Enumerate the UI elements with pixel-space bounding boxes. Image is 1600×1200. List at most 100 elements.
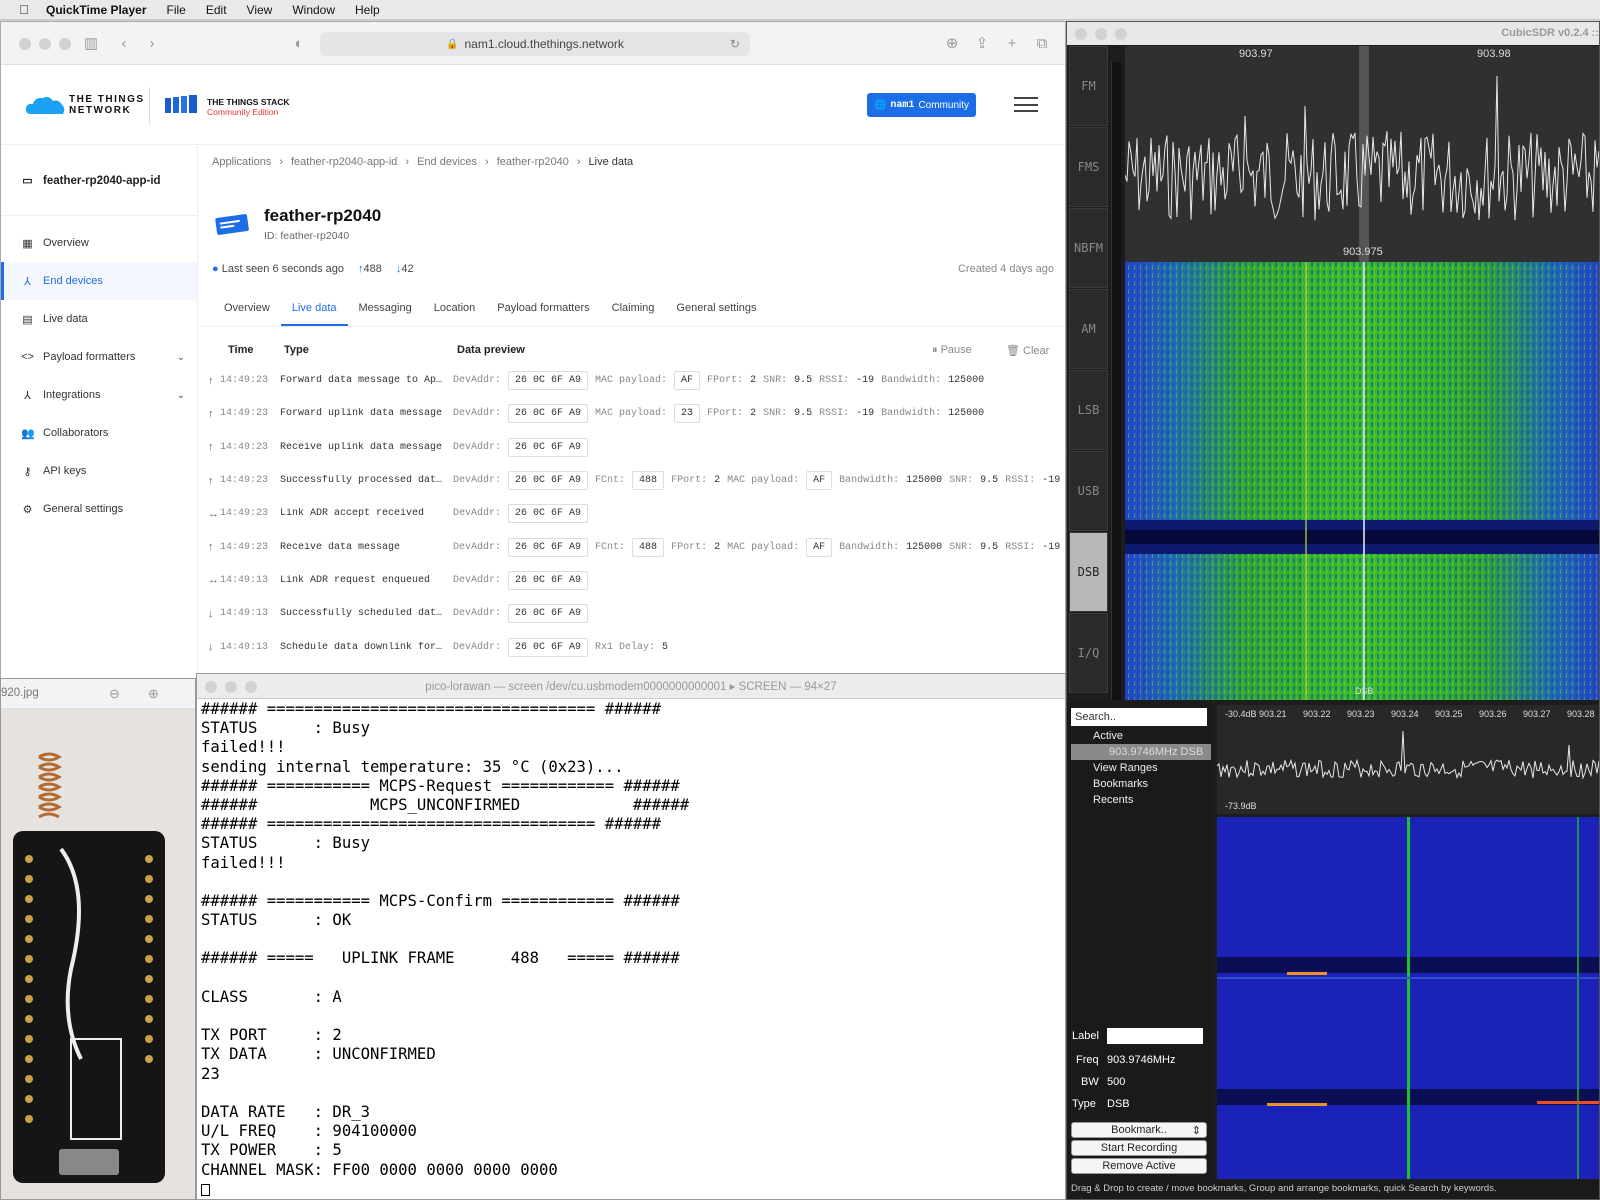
sidebar-item-live-data[interactable]: ▤ Live data [1,300,197,338]
sidebar-item-collaborators[interactable]: 👥 Collaborators [1,414,197,452]
row-data-preview: DevAddr: 26 0C 6F A9 FCnt: 488 FPort: 2 MAC pa… [453,471,1060,491]
preview-key: FPort: [671,475,708,487]
table-row[interactable]: ↑ 14:49:23 Receive data message DevAddr: 26 … [200,530,1065,563]
minimize-button[interactable] [39,38,51,50]
address-bar[interactable]: 🔒 nam1.cloud.thethings.network ↻ [320,32,750,56]
zoom-out-icon[interactable]: ⊖ [109,686,120,702]
table-row[interactable]: ↑ 14:49:23 Forward uplink data message DevA… [200,397,1065,430]
table-row[interactable]: ↑ 14:49:23 Forward data message to Ap… DevA… [200,364,1065,397]
mode-button-am[interactable]: AM [1069,289,1108,369]
mode-button-iq[interactable]: I/Q [1069,613,1108,693]
terminal-line: STATUS : OK [201,911,352,930]
sidebar-item-integrations[interactable]: ⅄ Integrations ⌄ [1,376,197,414]
mode-button-lsb[interactable]: LSB [1069,370,1108,450]
zoom-in-icon[interactable]: ⊕ [148,686,159,702]
minimize-button[interactable] [1095,28,1107,40]
tree-active[interactable]: Active [1071,728,1211,744]
privacy-shield-icon[interactable]: ◐ [289,33,309,53]
download-icon[interactable]: ⊕ [942,33,962,53]
network-selector-button[interactable]: 🌐 nam1 Community [867,93,976,117]
breadcrumb-end-devices[interactable]: End devices [417,156,477,168]
forward-icon[interactable]: › [142,33,162,53]
spectrum-view[interactable]: 903.97 903.98 903.975 [1124,46,1599,262]
preview-key: Rx1 Delay: [595,641,656,653]
secondary-waterfall-view[interactable] [1217,817,1599,1179]
breadcrumb-app[interactable]: feather-rp2040-app-id [291,156,397,168]
mode-button-usb[interactable]: USB [1069,451,1108,531]
remove-active-button[interactable]: Remove Active [1071,1158,1207,1174]
bookmark-select[interactable]: Bookmark.. ⇕ [1071,1122,1207,1138]
table-row[interactable]: ↔ 14:49:13 Link ADR request enqueued DevAdd… [200,564,1065,597]
reload-icon[interactable]: ↻ [730,37,740,51]
tree-view-ranges[interactable]: View Ranges [1071,760,1211,776]
start-recording-button[interactable]: Start Recording [1071,1140,1207,1156]
tab-location[interactable]: Location [434,289,476,326]
freq-tick-label: 903.28 [1567,709,1595,719]
freq-tick-label: 903.22 [1303,709,1331,719]
table-row[interactable]: ↑ 14:49:23 Successfully processed dat… DevA… [200,464,1065,497]
tab-messaging[interactable]: Messaging [359,289,412,326]
breadcrumb-separator-icon: › [485,156,489,168]
table-row[interactable]: ↓ 14:49:13 Schedule data downlink for… DevA… [200,630,1065,663]
tab-overview[interactable]: Overview [224,289,270,326]
freq-caption: Freq [1076,1054,1099,1066]
sidebar-item-api-keys[interactable]: ⚷ API keys [1,452,197,490]
share-icon[interactable]: ⇪ [972,33,992,53]
menu-edit[interactable]: Edit [206,3,227,17]
sidebar-item-overview[interactable]: ▦ Overview [1,224,197,262]
tree-recents[interactable]: Recents [1071,792,1211,808]
zoom-button[interactable] [245,681,257,693]
minimize-button[interactable] [225,681,237,693]
mode-button-nbfm[interactable]: NBFM [1069,208,1108,288]
menu-file[interactable]: File [167,3,186,17]
row-time: 14:49:23 [220,375,269,387]
mode-button-fm[interactable]: FM [1069,46,1108,126]
preview-key: RSSI: [819,375,850,387]
pause-button[interactable]: ⏸ Pause [932,344,972,357]
breadcrumb-applications[interactable]: Applications [212,156,271,168]
sidebar-toggle-icon[interactable]: ▥ [81,33,101,53]
tree-active-item[interactable]: 903.9746MHz DSB [1071,744,1211,760]
sidebar-item-end-devices[interactable]: ⅄ End devices [1,262,197,300]
tab-payload-formatters[interactable]: Payload formatters [497,289,589,326]
menu-window[interactable]: Window [292,3,335,17]
tab-overview-icon[interactable]: ⧉ [1032,33,1052,53]
tab-live-data[interactable]: Live data [280,289,348,326]
menu-app-name[interactable]: QuickTime Player [46,3,147,17]
tab-claiming[interactable]: Claiming [612,289,655,326]
back-icon[interactable]: ‹ [114,33,134,53]
zoom-button[interactable] [59,38,71,50]
new-tab-icon[interactable]: + [1002,33,1022,53]
tree-bookmarks[interactable]: Bookmarks [1071,776,1211,792]
row-type: Forward data message to Ap… [280,375,443,387]
tab-general-settings[interactable]: General settings [676,289,756,326]
mode-button-dsb[interactable]: DSB [1069,532,1108,612]
sidebar-app-header[interactable]: ▭ feather-rp2040-app-id [1,146,197,216]
table-row[interactable]: ↑ 14:49:23 Receive uplink data message DevA… [200,431,1065,464]
apple-icon[interactable]:  [16,2,32,18]
vertical-scrollbar[interactable] [1111,62,1121,700]
waterfall-view[interactable]: DSB [1125,262,1599,700]
sidebar-item-general-settings[interactable]: ⚙ General settings [1,490,197,528]
close-button[interactable] [205,681,217,693]
clear-button[interactable]: 🗑 Clear [1006,344,1049,357]
close-button[interactable] [19,38,31,50]
hamburger-menu-icon[interactable] [1014,97,1038,112]
table-row[interactable]: ↔ 14:49:23 Link ADR accept received DevAddr… [200,497,1065,530]
table-row[interactable]: ↓ 14:49:13 Successfully scheduled dat… DevA… [200,597,1065,630]
close-button[interactable] [1075,28,1087,40]
bookmark-search-input[interactable]: Search.. [1071,708,1207,726]
menu-view[interactable]: View [247,3,273,17]
preview-key: Bandwidth: [881,408,942,420]
breadcrumb-device[interactable]: feather-rp2040 [497,156,569,168]
label-input[interactable] [1107,1028,1203,1044]
preview-value: 9.5 [980,541,999,553]
sidebar-item-payload-formatters[interactable]: <> Payload formatters ⌄ [1,338,197,376]
menu-help[interactable]: Help [355,3,380,17]
mode-button-fms[interactable]: FMS [1069,127,1108,207]
secondary-spectrum-view[interactable]: -30.4dB -73.9dB 903.21 903.22 903.23 903.24… [1216,705,1599,814]
terminal-output[interactable]: ###### =================================… [197,699,1065,1196]
zoom-button[interactable] [1115,28,1127,40]
ttn-header: THE THINGS NETWORK THE THINGS STACK Commun… [1,65,1065,145]
